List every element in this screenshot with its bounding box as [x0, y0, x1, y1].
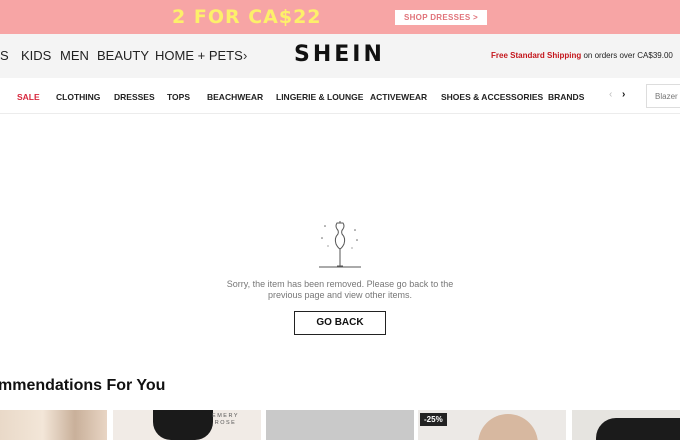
- item-removed-message: Sorry, the item has been removed. Please…: [220, 279, 460, 301]
- category-activewear[interactable]: ACTIVEWEAR: [370, 92, 427, 102]
- recommendations-title: mmendations For You: [0, 377, 166, 394]
- chevron-left-icon[interactable]: ‹: [609, 89, 612, 100]
- mannequin-icon: [319, 221, 361, 268]
- removed-message-line-1: Sorry, the item has been removed. Please…: [226, 279, 454, 289]
- search-input[interactable]: Blazer: [646, 84, 680, 108]
- product-image: [478, 414, 538, 440]
- category-lingerie-lounge[interactable]: LINGERIE & LOUNGE: [276, 92, 363, 102]
- category-bar: SALE CLOTHING DRESSES TOPS BEACHWEAR LIN…: [0, 78, 680, 114]
- shipping-notice: Free Standard Shipping on orders over CA…: [491, 51, 673, 60]
- category-clothing[interactable]: CLOTHING: [56, 92, 100, 102]
- product-card[interactable]: [0, 410, 107, 440]
- promo-headline: 2 FOR CA$22: [172, 6, 322, 28]
- free-shipping-label: Free Standard Shipping: [491, 51, 582, 60]
- category-dresses[interactable]: DRESSES: [114, 92, 155, 102]
- nav-item-kids[interactable]: KIDS: [21, 48, 51, 63]
- nav-item-home-pets[interactable]: HOME + PETS: [155, 48, 243, 63]
- promo-banner[interactable]: 2 FOR CA$22 SHOP DRESSES >: [0, 0, 680, 34]
- chevron-right-icon[interactable]: ›: [622, 89, 625, 100]
- brand-line-2: ROSE: [214, 420, 237, 426]
- product-card[interactable]: [572, 410, 680, 440]
- shein-logo[interactable]: SHEIN: [294, 42, 385, 67]
- shipping-threshold: on orders over CA$39.00: [581, 51, 673, 60]
- nav-item-men[interactable]: MEN: [60, 48, 89, 63]
- category-sale[interactable]: SALE: [17, 92, 40, 102]
- product-image: [596, 418, 680, 440]
- nav-next-icon[interactable]: ›: [243, 48, 247, 63]
- nav-item-beauty[interactable]: BEAUTY: [97, 48, 149, 63]
- discount-badge: -25%: [420, 413, 447, 426]
- product-card[interactable]: EMERY ROSE: [113, 410, 261, 440]
- product-card[interactable]: [266, 410, 414, 440]
- site-header: S KIDS MEN BEAUTY HOME + PETS › SHEIN Fr…: [0, 34, 680, 78]
- go-back-button[interactable]: GO BACK: [294, 311, 386, 335]
- category-shoes-accessories[interactable]: SHOES & ACCESSORIES: [441, 92, 543, 102]
- category-tops[interactable]: TOPS: [167, 92, 190, 102]
- removed-message-line-2: previous page and view other items.: [267, 290, 413, 300]
- product-image: [153, 410, 213, 440]
- brand-watermark: EMERY ROSE: [212, 413, 239, 427]
- nav-item-partial[interactable]: S: [0, 48, 9, 63]
- category-brands[interactable]: BRANDS: [548, 92, 584, 102]
- shop-dresses-button[interactable]: SHOP DRESSES >: [395, 10, 487, 25]
- category-beachwear[interactable]: BEACHWEAR: [207, 92, 263, 102]
- brand-line-1: EMERY: [212, 413, 239, 419]
